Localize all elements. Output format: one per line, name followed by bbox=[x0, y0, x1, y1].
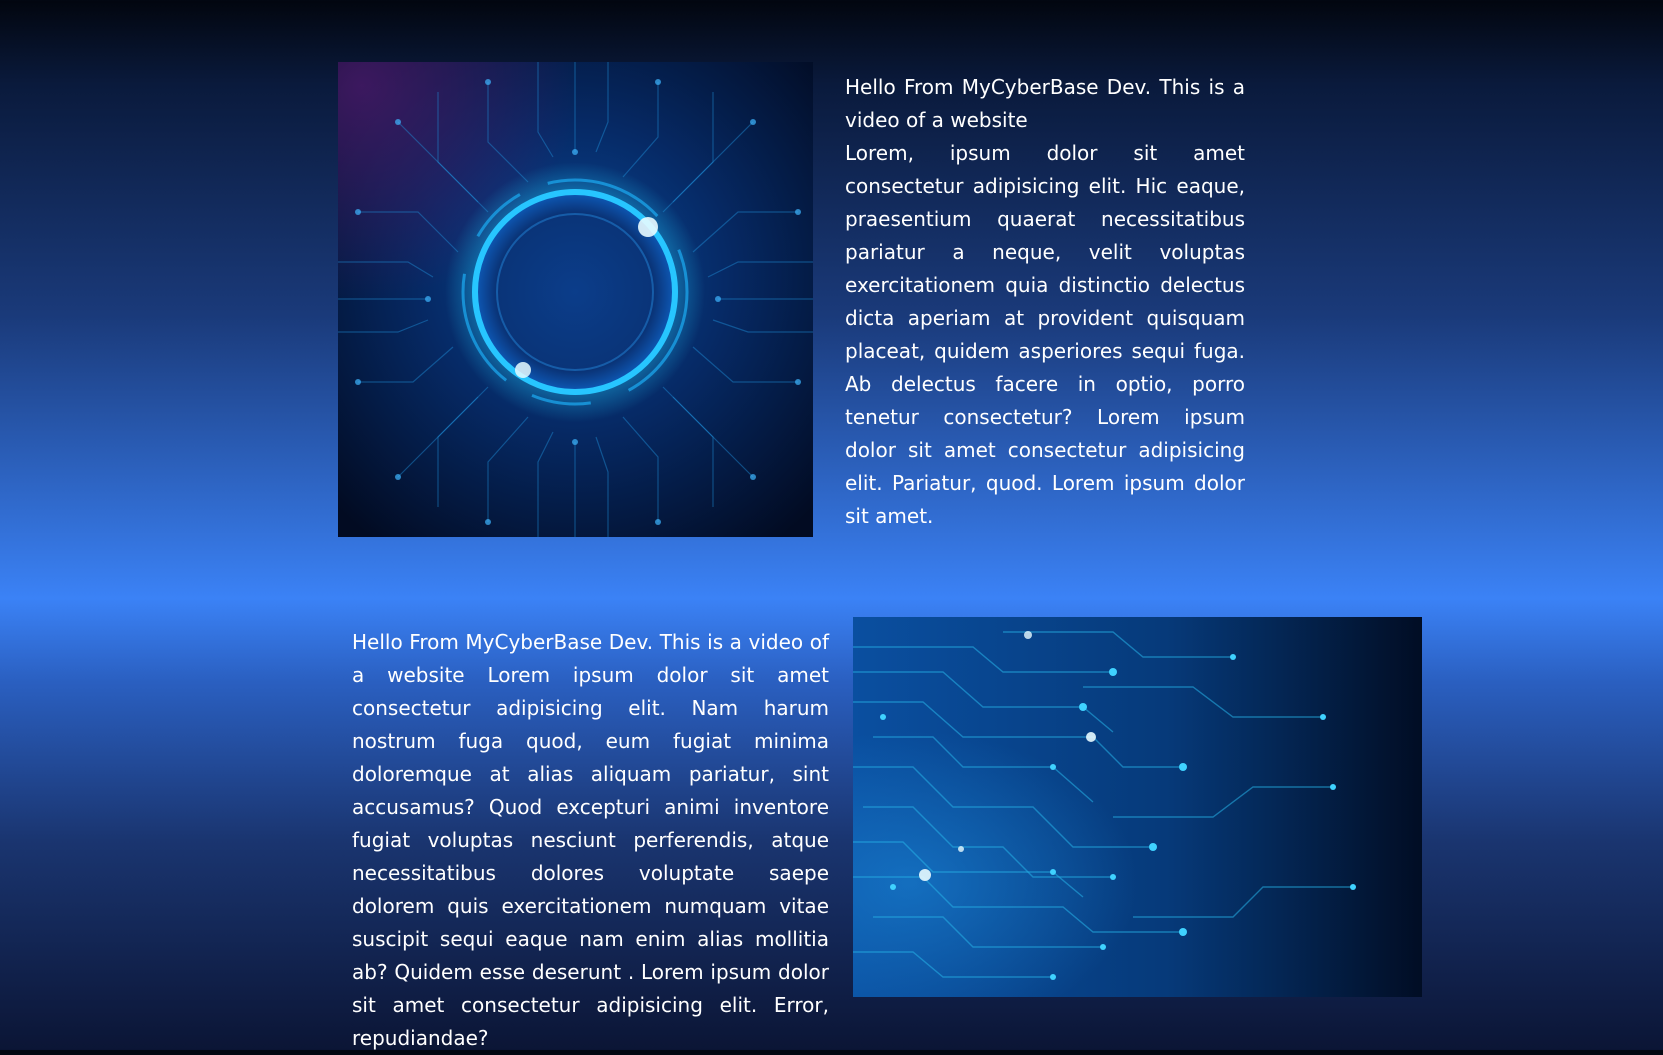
section-1-paragraph: Hello From MyCyberBase Dev. This is a vi… bbox=[845, 75, 1245, 528]
circuit-circle-image bbox=[338, 62, 813, 537]
section-2-paragraph: Hello From MyCyberBase Dev. This is a vi… bbox=[352, 630, 829, 1050]
circuit-lines-image bbox=[853, 617, 1422, 997]
